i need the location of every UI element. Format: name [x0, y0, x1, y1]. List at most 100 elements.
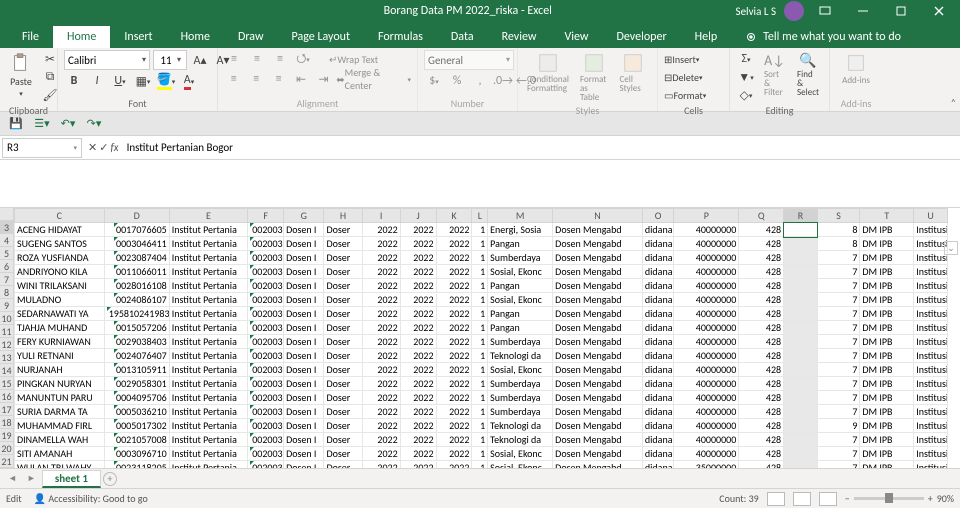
cell[interactable]: Institut Pertania — [169, 377, 247, 391]
cell[interactable]: 2022 — [362, 377, 400, 391]
cell[interactable]: 2022 — [400, 237, 436, 251]
cell[interactable]: 8 — [817, 237, 860, 251]
cell[interactable]: 2022 — [362, 391, 400, 405]
cell[interactable]: Institut Pertania — [169, 461, 247, 469]
cell[interactable] — [784, 251, 818, 265]
cell[interactable] — [784, 447, 818, 461]
cell[interactable]: 0005036210 — [104, 405, 169, 419]
underline-button[interactable]: U▾ — [110, 72, 130, 90]
add-sheet-button[interactable]: + — [103, 472, 117, 486]
cell[interactable]: 40000000 — [674, 419, 739, 433]
cell[interactable]: 7 — [817, 433, 860, 447]
orientation-icon[interactable]: ⭯▾ — [293, 50, 313, 68]
cell[interactable]: Dosen I — [284, 321, 324, 335]
normal-view-icon[interactable] — [767, 492, 785, 506]
cell[interactable]: 2022 — [362, 321, 400, 335]
cell[interactable] — [784, 321, 818, 335]
fill-color-icon[interactable]: 🪣▾ — [156, 72, 176, 90]
cell[interactable]: 0028016108 — [104, 279, 169, 293]
row-header[interactable]: 16 — [0, 390, 13, 403]
cell[interactable]: 195810241983032001 — [104, 307, 169, 321]
cell[interactable]: didanai — [642, 293, 673, 307]
merge-center-button[interactable]: ⬌ Merge & Center ▾ — [336, 70, 411, 88]
cell[interactable]: 002003 — [248, 363, 284, 377]
cell[interactable]: 428 — [739, 335, 784, 349]
cell[interactable]: Doser — [324, 419, 362, 433]
cell[interactable]: 428 — [739, 279, 784, 293]
row-header[interactable]: 19 — [0, 429, 13, 442]
cell[interactable]: DM IPB — [860, 293, 914, 307]
cell[interactable]: Dosen Mengabd — [553, 321, 643, 335]
cell[interactable]: SEDARNAWATI YA — [15, 307, 105, 321]
cell[interactable]: Institut Pertania — [169, 335, 247, 349]
addins-button[interactable]: Add-ins — [836, 50, 876, 88]
cell[interactable]: Institut Pertania — [169, 251, 247, 265]
cell[interactable]: Sosial, Ekonc — [488, 363, 553, 377]
cell[interactable]: 428 — [739, 251, 784, 265]
col-header[interactable]: L — [472, 209, 488, 223]
cell[interactable]: 40000000 — [674, 321, 739, 335]
cell[interactable]: Institut Pertania — [169, 237, 247, 251]
cell[interactable]: 2022 — [436, 335, 472, 349]
cell[interactable]: 428 — [739, 363, 784, 377]
col-header[interactable]: Q — [739, 209, 784, 223]
cell[interactable]: didanai — [642, 391, 673, 405]
cell[interactable]: Institusi I — [914, 223, 948, 237]
cell[interactable]: 2022 — [436, 265, 472, 279]
format-painter-icon[interactable]: 🖌 — [40, 86, 60, 104]
cell[interactable]: 2022 — [400, 293, 436, 307]
cell[interactable] — [784, 363, 818, 377]
cell[interactable]: 0005017302 — [104, 419, 169, 433]
cell[interactable]: Dosen I — [284, 391, 324, 405]
cell[interactable]: 428 — [739, 293, 784, 307]
format-table-button[interactable]: Format as Table — [576, 50, 612, 104]
cell[interactable]: Dosen Mengabd — [553, 279, 643, 293]
cell[interactable]: Institut Pertania — [169, 447, 247, 461]
cell[interactable]: 2022 — [362, 349, 400, 363]
cell[interactable]: 1 — [472, 293, 488, 307]
col-header[interactable]: O — [642, 209, 673, 223]
cell[interactable]: Teknologi da — [488, 419, 553, 433]
cell[interactable]: 428 — [739, 265, 784, 279]
ribbon-tab-draw[interactable]: Draw — [224, 26, 278, 48]
cell[interactable]: 1 — [472, 433, 488, 447]
cell[interactable]: 2022 — [436, 377, 472, 391]
col-header[interactable]: T — [860, 209, 914, 223]
sheet-tab[interactable]: sheet 1 — [42, 470, 101, 488]
cell[interactable]: ACENG HIDAYAT — [15, 223, 105, 237]
cell[interactable]: Sosial, Ekonc — [488, 447, 553, 461]
cell[interactable]: Pangan — [488, 321, 553, 335]
cell[interactable]: 0021057008 — [104, 433, 169, 447]
cell[interactable]: 40000000 — [674, 363, 739, 377]
cell[interactable]: didanai — [642, 279, 673, 293]
cell[interactable]: Dosen Mengabd — [553, 223, 643, 237]
cell[interactable]: Dosen I — [284, 433, 324, 447]
zoom-out-icon[interactable]: − — [845, 492, 850, 505]
cell[interactable]: 1 — [472, 391, 488, 405]
cell[interactable]: Sosial, Ekonc — [488, 293, 553, 307]
col-header[interactable]: M — [488, 209, 553, 223]
cell[interactable]: 7 — [817, 377, 860, 391]
cell[interactable]: 0024086107 — [104, 293, 169, 307]
ribbon-tab-file[interactable]: File — [8, 26, 53, 48]
cell[interactable]: DM IPB — [860, 335, 914, 349]
cell[interactable]: 2022 — [362, 223, 400, 237]
cell[interactable]: 1 — [472, 265, 488, 279]
cell[interactable]: 002003 — [248, 447, 284, 461]
cell[interactable]: 2022 — [436, 363, 472, 377]
cell[interactable]: 0029058301 — [104, 377, 169, 391]
cell[interactable]: Dosen I — [284, 335, 324, 349]
cell[interactable]: Dosen I — [284, 293, 324, 307]
indent-inc-icon[interactable]: ⇥ — [314, 70, 333, 88]
italic-button[interactable]: I — [87, 72, 107, 90]
cell[interactable]: Sumberdaya — [488, 377, 553, 391]
cell[interactable]: DM IPB — [860, 405, 914, 419]
cell[interactable]: MULADNO — [15, 293, 105, 307]
cell[interactable]: 2022 — [436, 447, 472, 461]
cell[interactable]: didanai — [642, 447, 673, 461]
cell[interactable]: DM IPB — [860, 391, 914, 405]
cell[interactable]: SURIA DARMA TA — [15, 405, 105, 419]
cell[interactable] — [784, 349, 818, 363]
cell[interactable]: Institut Pertania — [169, 433, 247, 447]
cell[interactable]: 40000000 — [674, 391, 739, 405]
